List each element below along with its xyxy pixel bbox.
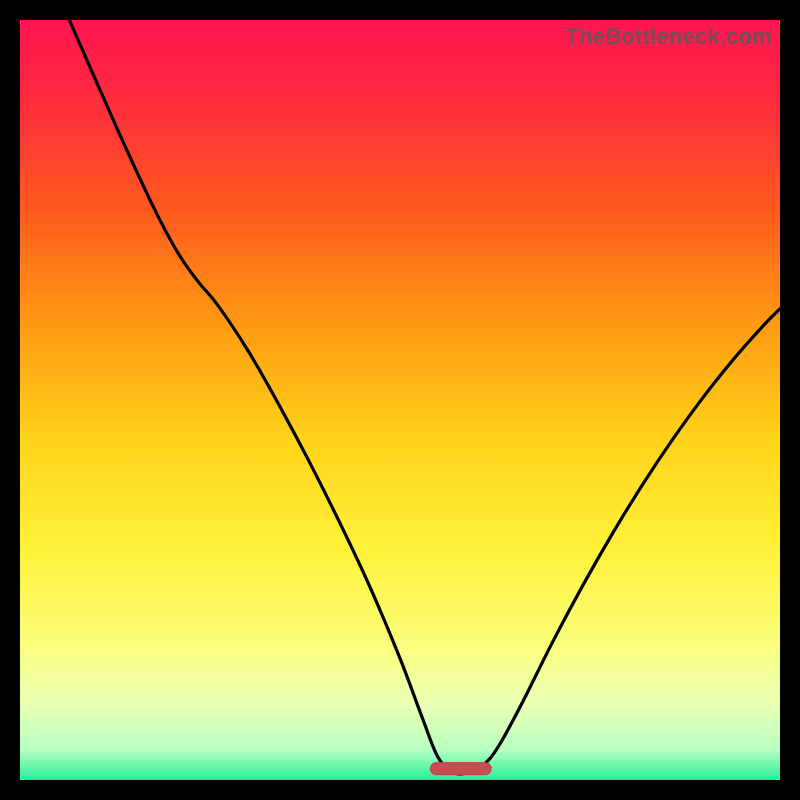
chart-svg bbox=[20, 20, 780, 780]
gradient-background bbox=[20, 20, 780, 780]
chart-frame: TheBottleneck.com bbox=[20, 20, 780, 780]
watermark-text: TheBottleneck.com bbox=[566, 24, 772, 50]
plot-area bbox=[20, 20, 780, 780]
optimum-marker bbox=[430, 763, 491, 775]
